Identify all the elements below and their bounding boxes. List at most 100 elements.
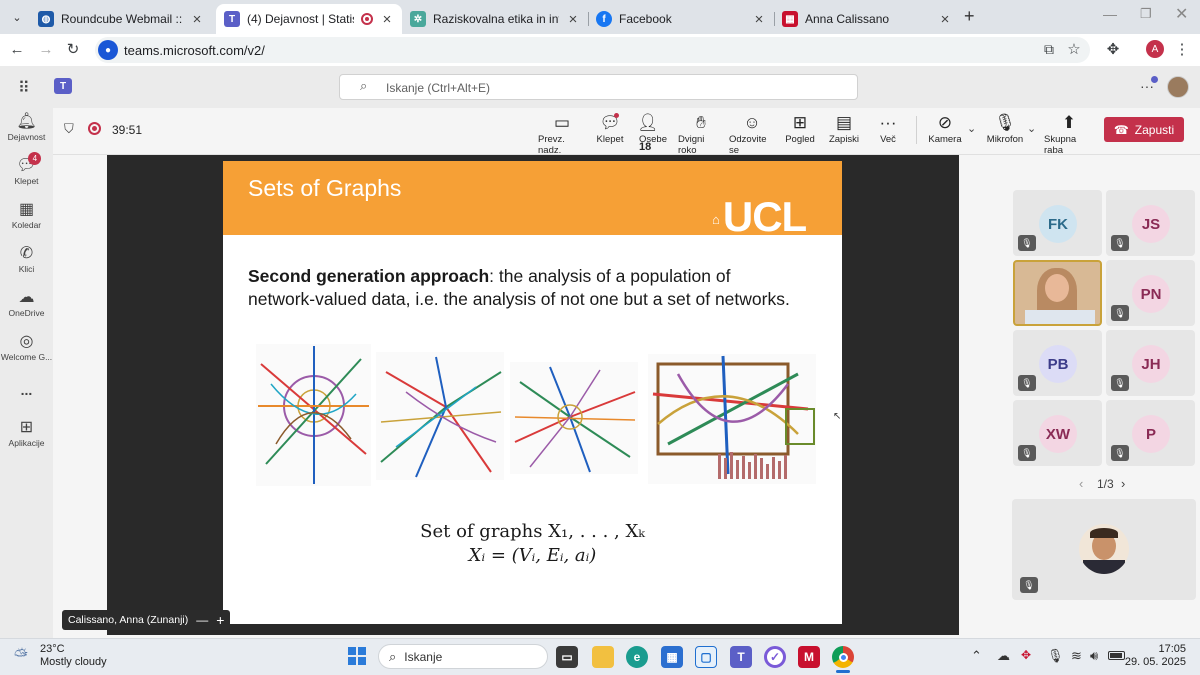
rail-item-onedrive[interactable]: ☁︎ OneDrive (0, 288, 53, 318)
teams-taskbar-icon[interactable]: T (730, 646, 752, 668)
tray-chevron-icon[interactable]: ⌃ (971, 648, 982, 664)
teams-icon: T (224, 11, 240, 27)
participant-tile[interactable]: PB 🎙︎ (1013, 330, 1102, 396)
participant-tile[interactable]: FK 🎙︎ (1013, 190, 1102, 256)
globe-icon: ◍ (38, 11, 54, 27)
tab-roundcube[interactable]: ◍ Roundcube Webmail :: Poslano × (30, 4, 212, 34)
clock-date[interactable]: 29. 05. 2025 (1124, 656, 1186, 668)
mic-active-icon[interactable]: ● (98, 40, 118, 60)
grid-icon: ⊞ (792, 113, 808, 132)
avatar: XW (1039, 415, 1077, 453)
edge-icon[interactable]: e (626, 646, 648, 668)
microphone-button[interactable]: 🎙︎ Mikrofon (986, 112, 1024, 145)
participant-tile[interactable]: P 🎙︎ (1106, 400, 1195, 466)
network-map-image-1 (256, 344, 371, 486)
onedrive-tray-icon[interactable]: ☁︎ (997, 648, 1010, 664)
volume-icon[interactable]: 🔊︎ (1090, 648, 1098, 664)
participant-tile[interactable]: PN 🎙︎ (1106, 260, 1195, 326)
vpn-icon[interactable]: ✓ (764, 646, 786, 668)
share-icon: ⬆︎ (1061, 113, 1077, 132)
app-launcher-icon[interactable]: ⠿ (18, 78, 30, 98)
reload-icon[interactable]: ↻ (63, 39, 83, 59)
rail-item-klepet[interactable]: 💬︎ 4 Klepet (0, 152, 53, 186)
microphone-tray-icon[interactable]: 🎙︎ (1047, 648, 1064, 664)
teams-rail (0, 108, 53, 638)
close-tab-icon[interactable]: × (752, 11, 766, 28)
extensions-icon[interactable]: ✥ (1103, 39, 1123, 59)
maximize-icon[interactable]: ❐ (1140, 6, 1152, 22)
url-text[interactable]: teams.microsoft.com/v2/ (124, 43, 265, 58)
taskbar-search-box[interactable]: ⌕ Iskanje (378, 644, 548, 669)
tab-teams[interactable]: T (4) Dejavnost | Statistical Ar × (216, 4, 402, 34)
rail-item-klici[interactable]: ✆ Klici (0, 244, 53, 274)
task-view-icon[interactable]: ▭ (556, 646, 578, 668)
mic-off-icon: 🎙︎ (1018, 445, 1036, 461)
user-avatar[interactable] (1167, 76, 1189, 98)
mic-options-chevron-icon[interactable]: ⌄ (1027, 122, 1036, 135)
wifi-icon[interactable]: ≋ (1071, 648, 1082, 664)
battery-icon[interactable] (1108, 651, 1125, 660)
raise-hand-button[interactable]: ✋︎ Dvigni roko (678, 112, 724, 156)
close-window-icon[interactable]: ✕ (1175, 4, 1188, 24)
weather-icon[interactable]: ⛅︎ (14, 646, 28, 666)
more-icon: ··· (879, 113, 897, 132)
rail-item-welcome[interactable]: ◎ Welcome G... (0, 332, 53, 362)
new-tab-button[interactable]: + (964, 6, 975, 27)
clock-time[interactable]: 17:05 (1134, 643, 1186, 655)
view-button[interactable]: ⊞ Pogled (785, 112, 815, 145)
camera-off-icon: ⊘ (937, 113, 953, 132)
app-tray-icon[interactable]: ✥ (1021, 648, 1031, 662)
forward-arrow-icon[interactable]: → (36, 39, 56, 59)
bookmark-star-icon[interactable]: ☆ (1064, 39, 1084, 59)
minimize-icon[interactable]: — (1103, 6, 1117, 22)
tab-raziskovalna[interactable]: ✲ Raziskovalna etika in integriteta × (402, 4, 588, 34)
notes-button[interactable]: ▤ Zapiski (828, 112, 860, 145)
close-tab-icon[interactable]: × (380, 11, 394, 28)
chrome-icon[interactable] (832, 646, 854, 668)
file-explorer-icon[interactable] (592, 646, 614, 668)
rail-item-more[interactable]: ... (0, 380, 53, 400)
zoom-out-icon[interactable]: — (196, 613, 208, 627)
rail-item-dejavnost[interactable]: 🔔︎ Dejavnost (0, 112, 53, 142)
tab-facebook[interactable]: f Facebook × (588, 4, 774, 34)
people-button[interactable]: 👤︎18 Osebe (637, 112, 669, 153)
more-button[interactable]: ··· Več (875, 112, 901, 145)
rail-item-koledar[interactable]: ▦ Koledar (0, 200, 53, 230)
mic-off-icon: 🎙︎ (1111, 235, 1129, 251)
install-app-icon[interactable]: ⧉ (1039, 39, 1059, 59)
participant-tile[interactable]: JH 🎙︎ (1106, 330, 1195, 396)
remote-desktop-icon[interactable]: ▢ (695, 646, 717, 668)
camera-button[interactable]: ⊘ Kamera (928, 112, 962, 145)
participant-tile[interactable]: XW 🎙︎ (1013, 400, 1102, 466)
browser-menu-icon[interactable]: ⋮ (1172, 39, 1192, 59)
chat-button[interactable]: 💬︎ Klepet (594, 112, 626, 145)
close-tab-icon[interactable]: × (566, 11, 580, 28)
self-view-tile[interactable]: 🎙︎ (1012, 499, 1196, 600)
mcafee-icon[interactable]: M (798, 646, 820, 668)
pager-prev-icon[interactable]: ‹ (1079, 476, 1083, 491)
profile-avatar[interactable]: A (1146, 40, 1164, 58)
mic-off-icon: 🎙︎ (1111, 305, 1129, 321)
participant-tile[interactable]: JS 🎙︎ (1106, 190, 1195, 256)
pager-next-icon[interactable]: › (1121, 476, 1125, 491)
tab-search-icon[interactable]: ⌄ (8, 8, 26, 26)
rail-item-aplikacije[interactable]: ⊞ Aplikacije (0, 418, 53, 448)
back-arrow-icon[interactable]: ← (7, 39, 27, 59)
close-tab-icon[interactable]: × (190, 11, 204, 28)
close-tab-icon[interactable]: × (938, 11, 952, 28)
meeting-timer: 39:51 (112, 123, 143, 137)
search-icon: ⌕ (389, 648, 397, 664)
zoom-in-icon[interactable]: + (216, 612, 224, 628)
store-icon[interactable]: ▦ (661, 646, 683, 668)
book-icon: ✲ (410, 11, 426, 27)
leave-button[interactable]: ☎︎ Zapusti (1104, 117, 1184, 142)
start-button[interactable] (348, 647, 366, 665)
tab-anna-calissano[interactable]: ▦ Anna Calissano × (774, 4, 960, 34)
avatar: FK (1039, 205, 1077, 243)
participant-video-tile[interactable] (1013, 260, 1102, 326)
share-button[interactable]: ⬆︎ Skupna raba (1044, 112, 1094, 156)
network-map-image-3 (510, 362, 638, 474)
camera-options-chevron-icon[interactable]: ⌄ (967, 122, 976, 135)
react-button[interactable]: ☺ Odzovite se (729, 112, 775, 156)
take-control-button[interactable]: ▭ Prevz. nadz. (538, 112, 586, 156)
